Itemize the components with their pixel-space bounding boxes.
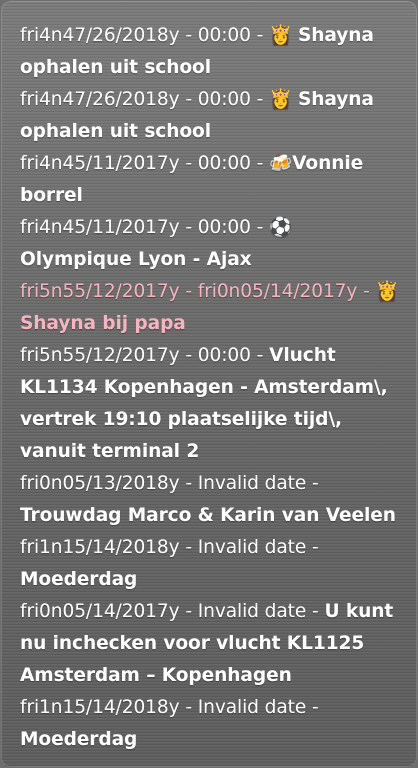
event-title: Moederdag (20, 569, 138, 590)
event-date: fri5n55/12/2017y - 00:00 - (20, 345, 270, 366)
event-title: Trouwdag Marco & Karin van Veelen (20, 505, 396, 526)
event-item[interactable]: fri4n47/26/2018y - 00:00 - 👸 Shayna opha… (20, 20, 404, 84)
beer-mugs-icon: 🍻 (269, 153, 293, 174)
event-item[interactable]: fri4n47/26/2018y - 00:00 - 👸 Shayna opha… (20, 84, 404, 148)
event-title: Shayna bij papa (20, 313, 186, 334)
event-item[interactable]: fri1n15/14/2018y - Invalid date - Moeder… (20, 692, 404, 756)
event-item[interactable]: fri0n05/14/2017y - Invalid date - U kunt… (20, 596, 404, 692)
event-title: Moederdag (20, 729, 138, 750)
event-item[interactable]: fri1n15/14/2018y - Invalid date - Moeder… (20, 532, 404, 596)
event-item-allday[interactable]: fri5n55/12/2017y - fri0n05/14/2017y - 👸 … (20, 276, 404, 340)
event-date: fri4n47/26/2018y - 00:00 - (20, 25, 270, 46)
event-item[interactable]: fri4n45/11/2017y - 00:00 - 🍻Vonnie borre… (20, 148, 404, 212)
soccer-ball-icon: ⚽ (269, 217, 293, 238)
event-date: fri1n15/14/2018y - Invalid date - (20, 537, 319, 558)
event-list: fri4n47/26/2018y - 00:00 - 👸 Shayna opha… (20, 20, 404, 756)
princess-icon: 👸 (269, 89, 293, 110)
event-date: fri0n05/14/2017y - Invalid date - (20, 601, 325, 622)
event-item[interactable]: fri4n45/11/2017y - 00:00 - ⚽ Olympique L… (20, 212, 404, 276)
event-date: fri0n05/13/2018y - Invalid date - (20, 473, 319, 494)
princess-icon: 👸 (269, 25, 293, 46)
event-date: fri1n15/14/2018y - Invalid date - (20, 697, 319, 718)
princess-icon: 👸 (375, 281, 399, 302)
event-item[interactable]: fri0n05/13/2018y - Invalid date - Trouwd… (20, 468, 404, 532)
event-date: fri5n55/12/2017y - fri0n05/14/2017y - (20, 281, 376, 302)
event-date: fri4n45/11/2017y - 00:00 - (20, 217, 270, 238)
event-date: fri4n47/26/2018y - 00:00 - (20, 89, 270, 110)
calendar-widget: fri4n47/26/2018y - 00:00 - 👸 Shayna opha… (1, 1, 417, 767)
event-item[interactable]: fri5n55/12/2017y - 00:00 - Vlucht KL1134… (20, 340, 404, 468)
event-title: Olympique Lyon - Ajax (20, 249, 252, 270)
event-date: fri4n45/11/2017y - 00:00 - (20, 153, 270, 174)
